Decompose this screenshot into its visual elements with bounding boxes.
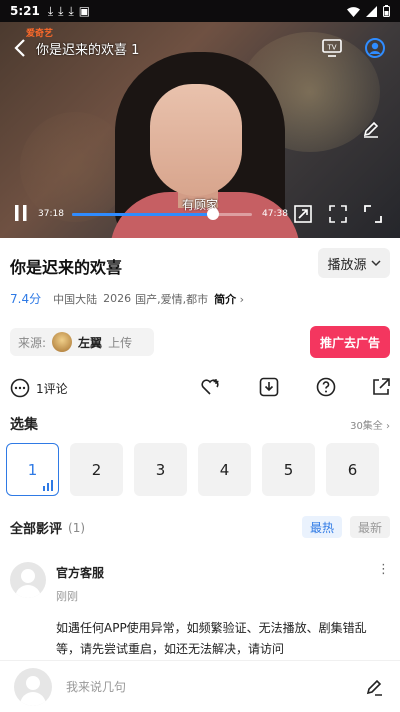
sort-new-button[interactable]: 最新	[349, 516, 390, 538]
battery-icon	[383, 5, 390, 17]
play-source-button[interactable]: 播放源	[318, 248, 390, 278]
heart-add-icon	[201, 379, 219, 395]
episode-item[interactable]: 6	[326, 443, 379, 496]
download-icon: ⤓	[47, 3, 54, 18]
annotate-icon[interactable]	[362, 120, 380, 138]
episode-item[interactable]: 4	[198, 443, 251, 496]
seek-bar[interactable]	[72, 208, 252, 220]
now-playing-icon	[43, 480, 53, 491]
show-year: 2026	[103, 292, 132, 305]
episode-label: 4	[219, 460, 230, 479]
show-score: 7.4分	[10, 292, 42, 306]
sort-hot-button[interactable]: 最热	[301, 516, 342, 538]
pen-icon	[366, 679, 382, 696]
video-player[interactable]: 爱奇艺 你是迟来的欢喜 1 TV 有顾家 37:18 47:38	[0, 22, 400, 238]
episode-item[interactable]: 3	[134, 443, 187, 496]
uploader-label: 来源:	[18, 335, 47, 350]
share-button[interactable]	[370, 376, 392, 398]
show-region: 中国大陆	[53, 292, 98, 306]
action-row: 1评论	[10, 374, 390, 402]
comment-text: 如遇任何APP使用异常，如频繁验证、无法播放、剧集错乱等，请先尝试重启，如还无法…	[56, 621, 367, 656]
download-button[interactable]	[258, 376, 280, 398]
chevron-right-icon: ›	[239, 292, 244, 306]
download-icon: ⤓	[58, 3, 64, 18]
status-time: 5:21	[10, 4, 40, 18]
episode-label: 1	[27, 460, 38, 479]
svg-text:TV: TV	[326, 44, 336, 52]
avatar	[14, 667, 52, 706]
uploader-avatar	[52, 332, 73, 352]
show-title: 你是迟来的欢喜	[10, 258, 123, 277]
seek-handle[interactable]	[206, 208, 219, 220]
tv-cast-icon[interactable]: TV	[322, 39, 342, 57]
episode-label: 2	[91, 460, 102, 479]
more-options-icon[interactable]: ⋮	[377, 562, 390, 577]
help-icon	[316, 377, 336, 397]
edit-button[interactable]	[362, 675, 386, 699]
episode-list: 1 2 3 4 5 6	[6, 443, 379, 496]
pause-icon[interactable]	[14, 204, 28, 222]
reviews-header: 全部影评 (1)	[10, 518, 86, 538]
episode-item[interactable]: 1	[6, 443, 59, 496]
picture-in-picture-icon[interactable]	[294, 205, 312, 223]
intro-link[interactable]: 简介 ›	[214, 291, 244, 307]
uploader-suffix: 上传	[108, 335, 133, 350]
show-meta: 7.4分 中国大陆 2026 国产,爱情,都市 简介 ›	[10, 290, 244, 307]
comment-count: 1评论	[36, 381, 68, 396]
episode-label: 6	[347, 460, 358, 479]
episodes-count-label: 30集全	[350, 421, 383, 432]
download-icon: ⤓	[68, 3, 74, 18]
status-icons	[347, 5, 390, 17]
reviews-title: 全部影评	[10, 522, 63, 537]
back-icon[interactable]	[14, 38, 26, 58]
episodes-more-link[interactable]: 30集全 ›	[350, 417, 390, 432]
crop-icon[interactable]	[329, 205, 347, 223]
share-icon	[373, 378, 390, 395]
episode-item[interactable]: 2	[70, 443, 123, 496]
download-icon	[259, 377, 279, 397]
help-button[interactable]	[315, 376, 337, 398]
signal-icon	[366, 5, 377, 17]
comment-time: 刚刚	[56, 590, 78, 603]
wifi-icon	[347, 6, 360, 17]
assistant-icon[interactable]	[364, 37, 386, 59]
current-time: 37:18	[38, 209, 64, 219]
app-root: 5:21 ⤓ ⤓ ⤓ ▣ 爱奇艺 你是迟来的欢喜 1 TV 有顾家 37:18 …	[0, 0, 400, 712]
chevron-right-icon: ›	[386, 421, 390, 432]
fullscreen-icon[interactable]	[364, 205, 382, 223]
chevron-down-icon	[370, 259, 381, 266]
comment-icon	[10, 378, 30, 398]
video-background	[20, 112, 130, 222]
show-genres: 国产,爱情,都市	[135, 292, 209, 306]
notification-icon: ▣	[78, 4, 91, 18]
seek-bar-progress	[72, 213, 213, 216]
intro-label: 简介	[214, 292, 237, 306]
favorite-button[interactable]	[200, 376, 222, 398]
episode-label: 3	[155, 460, 166, 479]
avatar[interactable]	[10, 562, 46, 598]
player-top-actions: TV	[322, 37, 386, 59]
uploader-box[interactable]: 来源: 左翼 上传	[10, 328, 154, 356]
comment-button[interactable]: 1评论	[10, 378, 68, 398]
total-time: 47:38	[262, 209, 288, 219]
episodes-title: 选集	[10, 417, 38, 433]
video-frame	[150, 84, 242, 196]
player-top-bar: 你是迟来的欢喜 1 TV	[14, 36, 386, 60]
comment-author[interactable]: 官方客服	[56, 564, 104, 581]
comment-input-bar: 我来说几句	[0, 660, 400, 712]
reviews-count: (1)	[68, 520, 86, 535]
player-title: 你是迟来的欢喜 1	[36, 42, 140, 58]
comment-input[interactable]: 我来说几句	[66, 678, 362, 695]
episode-item[interactable]: 5	[262, 443, 315, 496]
status-bar: 5:21 ⤓ ⤓ ⤓ ▣	[0, 0, 400, 22]
episode-label: 5	[283, 460, 294, 479]
remove-ads-button[interactable]: 推广去广告	[310, 326, 390, 358]
play-source-label: 播放源	[327, 257, 367, 273]
uploader-name: 左翼	[78, 335, 103, 350]
